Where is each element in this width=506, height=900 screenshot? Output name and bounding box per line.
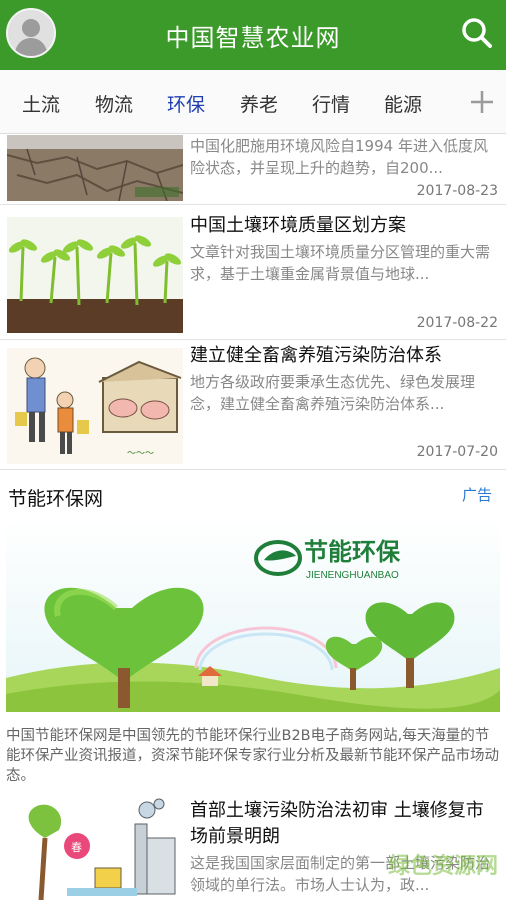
category-tabs: 土流 物流 环保 养老 行情 能源: [0, 70, 506, 134]
svg-text:春: 春: [71, 841, 82, 854]
ad-label: 广告: [461, 486, 492, 504]
search-icon: [462, 18, 492, 48]
ad-header: 节能环保网 广告: [0, 472, 506, 518]
news-title: 中国土壤环境质量区划方案: [190, 215, 406, 236]
tab-tuliu[interactable]: 土流: [22, 90, 60, 117]
news-description: 文章针对我国土壤环境质量分区管理的重大需求，基于土壤重金属背景值与地球...: [190, 243, 491, 283]
news-description: 中国化肥施用环境风险自1994 年进入低度风险状态，并呈现上升的趋势，自200.…: [190, 137, 488, 177]
news-title: 首部土壤污染防治法初审 土壤修复市场前景明朗: [190, 800, 484, 847]
news-thumbnail: 春: [7, 798, 183, 900]
news-thumbnail: [7, 135, 183, 201]
news-item[interactable]: 中国土壤环境质量区划方案 文章针对我国土壤环境质量分区管理的重大需求，基于土壤重…: [0, 205, 506, 340]
ad-title[interactable]: 节能环保网: [8, 484, 103, 511]
plus-icon: [471, 91, 493, 113]
ad-logo-subtext: JIENENGHUANBAO: [306, 570, 399, 581]
add-tab-button[interactable]: [468, 88, 496, 116]
ad-description: 中国节能环保网是中国领先的节能环保行业B2B电子商务网站,每天海量的节能环保产业…: [6, 728, 499, 784]
news-date: 2017-08-23: [416, 183, 498, 199]
tab-nengyuan[interactable]: 能源: [384, 90, 422, 117]
tab-huanbao[interactable]: 环保: [167, 90, 205, 117]
news-thumbnail: [7, 217, 183, 333]
app-title: 中国智慧农业网: [165, 24, 341, 52]
news-description: 地方各级政府要秉承生态优先、绿色发展理念，建立健全畜禽养殖污染防治体系...: [190, 373, 476, 413]
news-item[interactable]: 中国化肥施用环境风险自1994 年进入低度风险状态，并呈现上升的趋势，自200.…: [0, 135, 506, 205]
news-item[interactable]: ～～～ 建立健全畜禽养殖污染防治体系 地方各级政府要秉承生态优先、绿色发展理念，…: [0, 340, 506, 470]
tab-hangqing[interactable]: 行情: [312, 90, 350, 117]
ad-banner[interactable]: 节能环保 JIENENGHUANBAO: [6, 518, 500, 712]
ad-logo-text: 节能环保: [304, 537, 401, 566]
svg-text:～～～: ～～～: [127, 448, 154, 458]
watermark: 绿色资源网: [387, 854, 498, 879]
news-item[interactable]: 春 首部土壤污染防治法初审 土壤修复市场前景明朗 这是我国国家层面制定的第一部土…: [0, 792, 506, 900]
tab-yanglao[interactable]: 养老: [240, 90, 278, 117]
news-thumbnail: ～～～: [7, 348, 183, 464]
search-button[interactable]: [460, 16, 494, 50]
tab-wuliu[interactable]: 物流: [95, 90, 133, 117]
news-date: 2017-07-20: [416, 444, 498, 460]
news-title: 建立健全畜禽养殖污染防治体系: [190, 345, 442, 366]
news-date: 2017-08-22: [416, 315, 498, 331]
top-bar: 中国智慧农业网: [0, 0, 506, 70]
